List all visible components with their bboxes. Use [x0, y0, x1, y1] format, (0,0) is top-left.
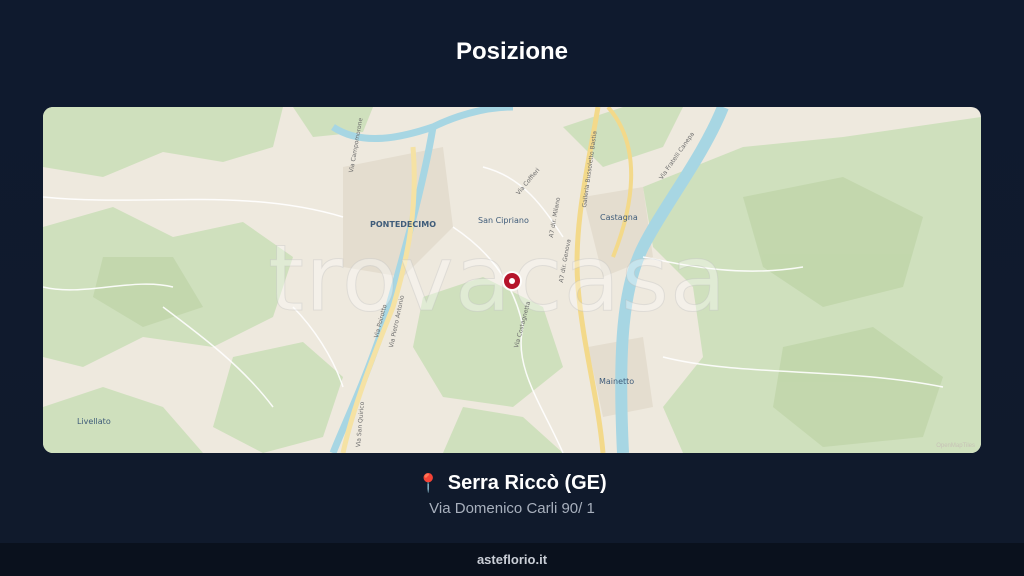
place-label: Mainetto: [599, 377, 635, 386]
place-label: Livellato: [77, 417, 111, 426]
city-name: Serra Riccò (GE): [447, 472, 607, 494]
place-label: PONTEDECIMO: [370, 220, 436, 229]
footer: asteflorio.it: [0, 543, 1024, 576]
page-title: Posizione: [455, 38, 569, 65]
location-marker-icon[interactable]: [504, 273, 520, 289]
address-text: Via Domenico Carli 90/ 1: [429, 500, 595, 517]
footer-site-link[interactable]: asteflorio.it: [477, 552, 547, 567]
location-title: 📍 Serra Riccò (GE): [0, 472, 1024, 495]
map-watermark: trovacasa: [267, 225, 728, 333]
place-label: San Cipriano: [478, 216, 529, 225]
location-map[interactable]: trovacasa PONTEDECIMO San Cipriano Casta…: [43, 107, 981, 453]
place-label: Castagna: [600, 213, 638, 222]
map-attribution: OpenMapTiles: [936, 443, 975, 449]
pin-icon: 📍: [417, 473, 440, 493]
